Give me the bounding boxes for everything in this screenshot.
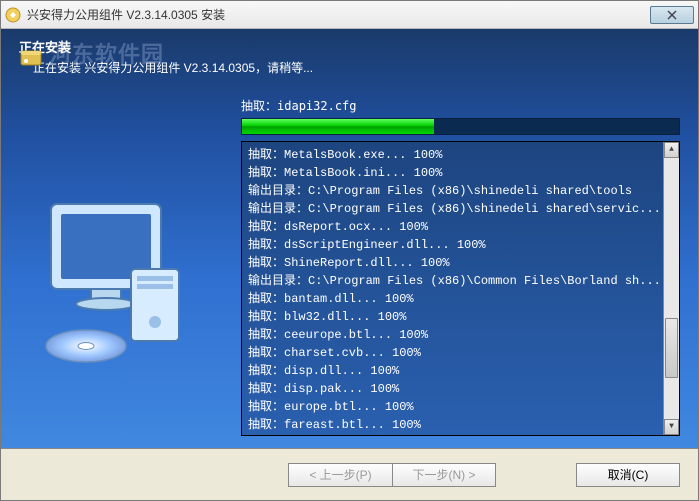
log-line: 输出目录：C:\Program Files (x86)\shinedeli sh…	[248, 200, 673, 218]
log-line: 抽取：MetalsBook.exe... 100%	[248, 146, 673, 164]
progress-fill	[242, 119, 434, 134]
installer-header-icon	[17, 45, 45, 73]
log-line: 抽取：europe.btl... 100%	[248, 398, 673, 416]
nav-button-group: < 上一步(P) 下一步(N) >	[288, 463, 496, 487]
scroll-down-button[interactable]: ▼	[664, 419, 679, 435]
log-line: 抽取：fareast.btl... 100%	[248, 416, 673, 434]
titlebar: 兴安得力公用组件 V2.3.14.0305 安装	[1, 1, 698, 29]
progress-prefix: 抽取：	[241, 99, 277, 113]
cancel-button[interactable]: 取消(C)	[576, 463, 680, 487]
progress-bar	[241, 118, 680, 135]
progress-file: idapi32.cfg	[277, 99, 356, 113]
progress-area: 抽取：idapi32.cfg	[241, 97, 680, 135]
log-line: 抽取：blw32.dll... 100%	[248, 308, 673, 326]
installer-window: 兴安得力公用组件 V2.3.14.0305 安装 河东软件园 正在安装 正在安装…	[0, 0, 699, 501]
log-lines: 抽取：MetalsBook.exe... 100%抽取：MetalsBook.i…	[248, 146, 673, 434]
log-line: 抽取：charset.cvb... 100%	[248, 344, 673, 362]
content-area: 河东软件园 正在安装 正在安装 兴安得力公用组件 V2.3.14.0305，请稍…	[1, 29, 698, 448]
scroll-up-button[interactable]: ▲	[664, 142, 679, 158]
progress-label: 抽取：idapi32.cfg	[241, 97, 680, 114]
scroll-thumb[interactable]	[665, 318, 678, 378]
log-line: 抽取：dsScriptEngineer.dll... 100%	[248, 236, 673, 254]
log-scrollbar[interactable]: ▲ ▼	[663, 142, 679, 435]
log-line: 抽取：MetalsBook.ini... 100%	[248, 164, 673, 182]
log-line: 抽取：disp.dll... 100%	[248, 362, 673, 380]
log-line: 输出目录：C:\Program Files (x86)\Common Files…	[248, 272, 673, 290]
back-button: < 上一步(P)	[288, 463, 392, 487]
log-line: 抽取：ShineReport.dll... 100%	[248, 254, 673, 272]
header-title: 正在安装	[19, 37, 682, 56]
installer-side-image	[31, 194, 201, 374]
log-line: 抽取：bantam.dll... 100%	[248, 290, 673, 308]
log-line: 抽取：ceeurope.btl... 100%	[248, 326, 673, 344]
scroll-track[interactable]	[664, 158, 679, 419]
header-subtitle: 正在安装 兴安得力公用组件 V2.3.14.0305，请稍等...	[33, 59, 682, 76]
log-line: 抽取：disp.pak... 100%	[248, 380, 673, 398]
app-icon	[5, 7, 21, 23]
close-button[interactable]	[650, 6, 694, 24]
footer: < 上一步(P) 下一步(N) > 取消(C)	[1, 448, 698, 500]
header: 正在安装 正在安装 兴安得力公用组件 V2.3.14.0305，请稍等...	[17, 37, 682, 76]
window-title: 兴安得力公用组件 V2.3.14.0305 安装	[27, 6, 650, 23]
next-button: 下一步(N) >	[392, 463, 496, 487]
log-line: 输出目录：C:\Program Files (x86)\shinedeli sh…	[248, 182, 673, 200]
log-box: 抽取：MetalsBook.exe... 100%抽取：MetalsBook.i…	[241, 141, 680, 436]
log-line: 抽取：dsReport.ocx... 100%	[248, 218, 673, 236]
